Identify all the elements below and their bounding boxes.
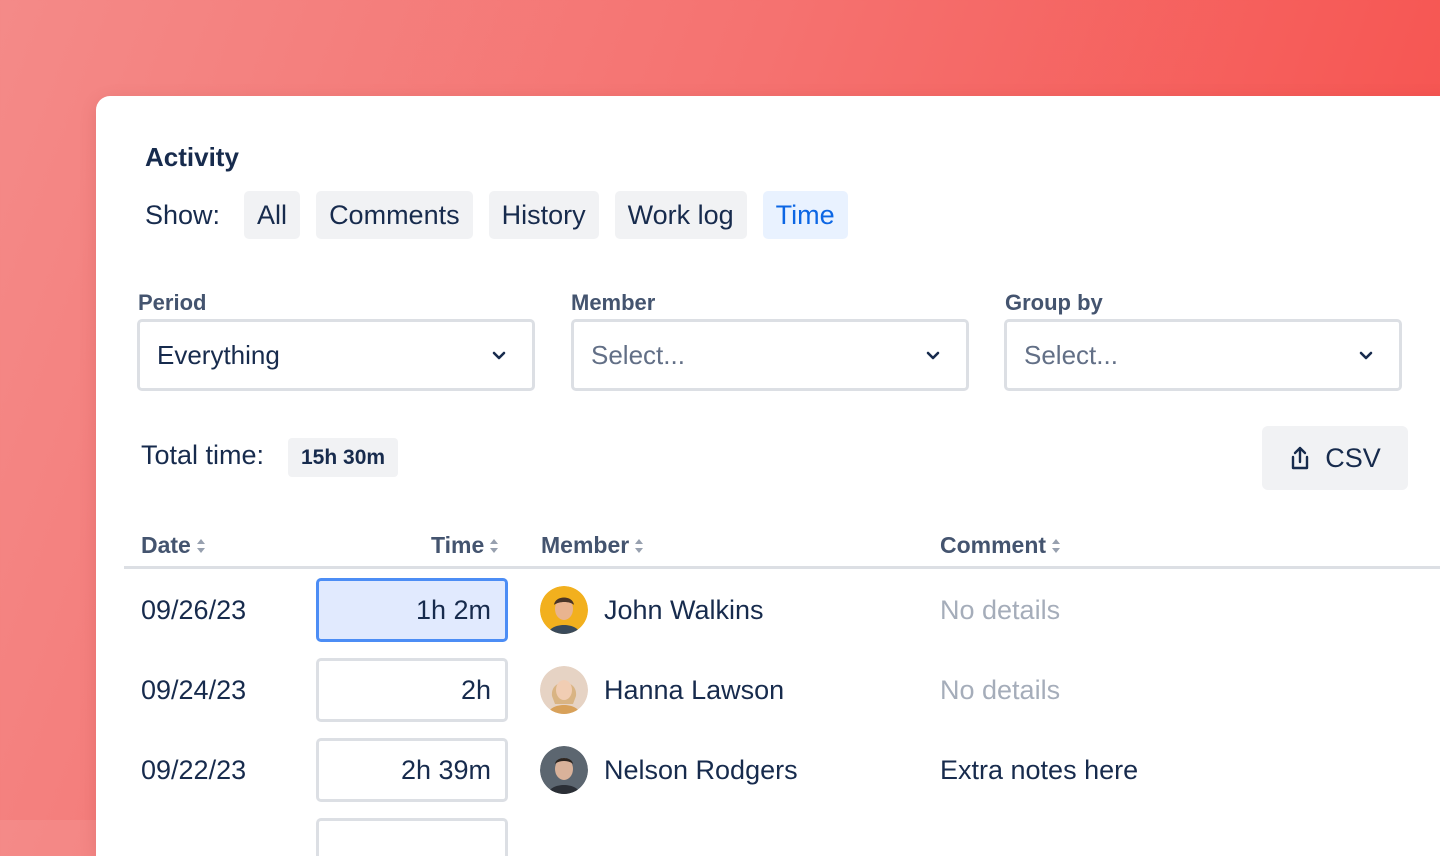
time-input[interactable]: 1h 2m <box>316 578 508 642</box>
period-select[interactable]: Everything <box>137 319 535 391</box>
filter-worklog-button[interactable]: Work log <box>614 191 747 239</box>
member-name: John Walkins <box>604 594 764 625</box>
activity-panel: Activity Show: All Comments History Work… <box>96 96 1440 856</box>
row-date: 09/24/23 <box>141 674 247 705</box>
time-input-partial[interactable] <box>316 818 508 856</box>
row-comment: Extra notes here <box>940 754 1139 785</box>
filter-all-button[interactable]: All <box>244 191 301 239</box>
column-header-comment-label: Comment <box>940 532 1047 558</box>
avatar <box>540 746 588 794</box>
sort-icon <box>196 538 205 553</box>
period-label: Period <box>138 290 207 315</box>
row-date: 09/26/23 <box>141 594 247 625</box>
member-select[interactable]: Select... <box>571 319 969 391</box>
page-title: Activity <box>145 142 239 172</box>
show-label: Show: <box>145 199 221 230</box>
row-date: 09/22/23 <box>141 754 247 785</box>
column-header-date-label: Date <box>141 532 191 558</box>
chevron-down-icon <box>492 351 506 360</box>
column-header-member[interactable]: Member <box>541 532 645 559</box>
member-name: Hanna Lawson <box>604 674 785 705</box>
chevron-down-icon <box>926 351 940 360</box>
row-comment: No details <box>940 594 1061 625</box>
time-input[interactable]: 2h <box>316 658 508 722</box>
period-value: Everything <box>157 339 280 370</box>
table-row: 09/24/23 2h Hanna Lawson No details <box>96 658 1440 738</box>
group-by-label: Group by <box>1005 290 1103 315</box>
total-time-badge: 15h 30m <box>288 438 399 477</box>
filter-time-button[interactable]: Time <box>762 191 848 239</box>
column-header-date[interactable]: Date <box>141 532 207 559</box>
share-icon <box>1292 446 1309 470</box>
group-by-select[interactable]: Select... <box>1004 319 1402 391</box>
time-input[interactable]: 2h 39m <box>316 738 508 802</box>
column-header-time-label: Time <box>431 532 485 558</box>
member-name: Nelson Rodgers <box>604 754 798 785</box>
sort-icon <box>1052 538 1061 553</box>
total-time-label: Total time: <box>141 440 265 470</box>
table-header-divider <box>124 566 1440 569</box>
csv-export-button[interactable]: CSV <box>1262 426 1408 490</box>
avatar <box>540 586 588 634</box>
table-row: 09/26/23 1h 2m John Walkins No details <box>96 578 1440 658</box>
filter-history-button[interactable]: History <box>488 191 599 239</box>
sort-icon <box>635 538 644 553</box>
column-header-member-label: Member <box>541 532 630 558</box>
filter-comments-button[interactable]: Comments <box>316 191 473 239</box>
sort-icon <box>490 538 499 553</box>
column-header-comment[interactable]: Comment <box>940 532 1062 559</box>
row-comment: No details <box>940 674 1061 705</box>
group-by-placeholder: Select... <box>1024 339 1118 370</box>
chevron-down-icon <box>1359 351 1373 360</box>
member-placeholder: Select... <box>591 339 685 370</box>
show-filter-bar: Show: All Comments History Work log Time <box>145 191 864 239</box>
csv-button-label: CSV <box>1325 442 1381 473</box>
avatar <box>540 666 588 714</box>
member-label: Member <box>571 290 656 315</box>
table-row: 09/22/23 2h 39m Nelson Rodgers Extra not… <box>96 738 1440 818</box>
column-header-time[interactable]: Time <box>431 532 500 559</box>
